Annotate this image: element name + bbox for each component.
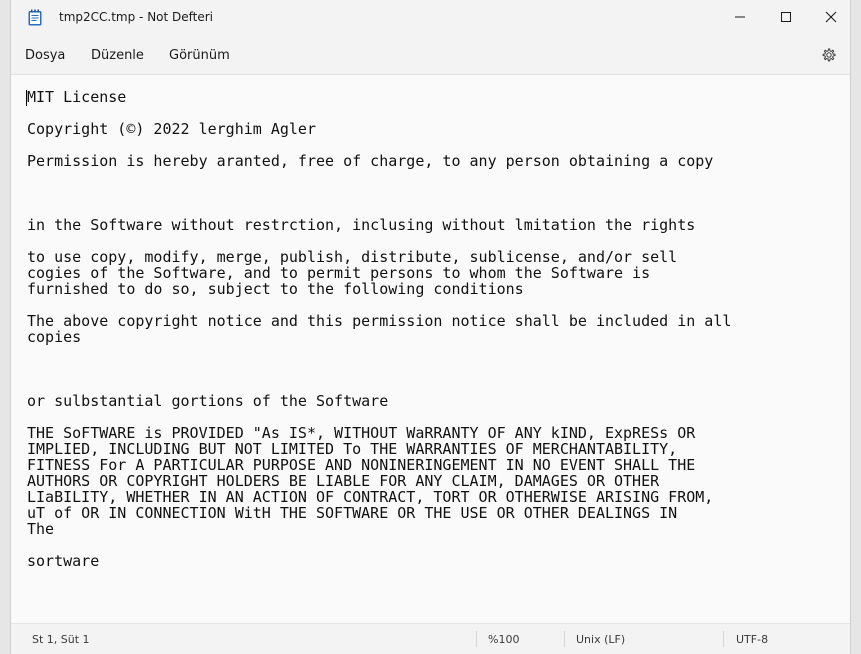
window-title: tmp2CC.tmp - Not Defteri <box>59 10 214 24</box>
maximize-icon <box>781 12 791 22</box>
notepad-app-icon <box>28 9 42 26</box>
close-button[interactable] <box>808 0 854 34</box>
gear-icon <box>822 48 836 62</box>
encoding: UTF-8 <box>736 633 769 646</box>
status-divider <box>476 631 477 647</box>
menu-bar: Dosya Düzenle Görünüm <box>11 36 850 74</box>
menu-view[interactable]: Görünüm <box>169 48 230 63</box>
zoom-level: %100 <box>488 633 520 646</box>
title-bar[interactable]: tmp2CC.tmp - Not Defteri <box>11 0 850 36</box>
line-ending: Unix (LF) <box>576 633 626 646</box>
close-icon <box>825 11 837 23</box>
text-caret <box>26 90 27 106</box>
status-divider <box>564 631 565 647</box>
notepad-window: tmp2CC.tmp - Not Defteri Dosya Düzenle G… <box>10 0 851 654</box>
status-bar: St 1, Süt 1 %100 Unix (LF) UTF-8 <box>11 624 850 654</box>
minimize-icon <box>735 16 745 18</box>
maximize-button[interactable] <box>763 0 809 34</box>
settings-button[interactable] <box>818 44 840 66</box>
document-text[interactable]: MIT License Copyright (©) 2022 lerghim A… <box>27 89 731 569</box>
text-editor[interactable]: MIT License Copyright (©) 2022 lerghim A… <box>11 74 850 624</box>
status-divider <box>723 631 724 647</box>
menu-edit[interactable]: Düzenle <box>91 48 144 63</box>
menu-file[interactable]: Dosya <box>25 48 65 63</box>
cursor-position: St 1, Süt 1 <box>32 633 90 646</box>
minimize-button[interactable] <box>717 0 763 34</box>
